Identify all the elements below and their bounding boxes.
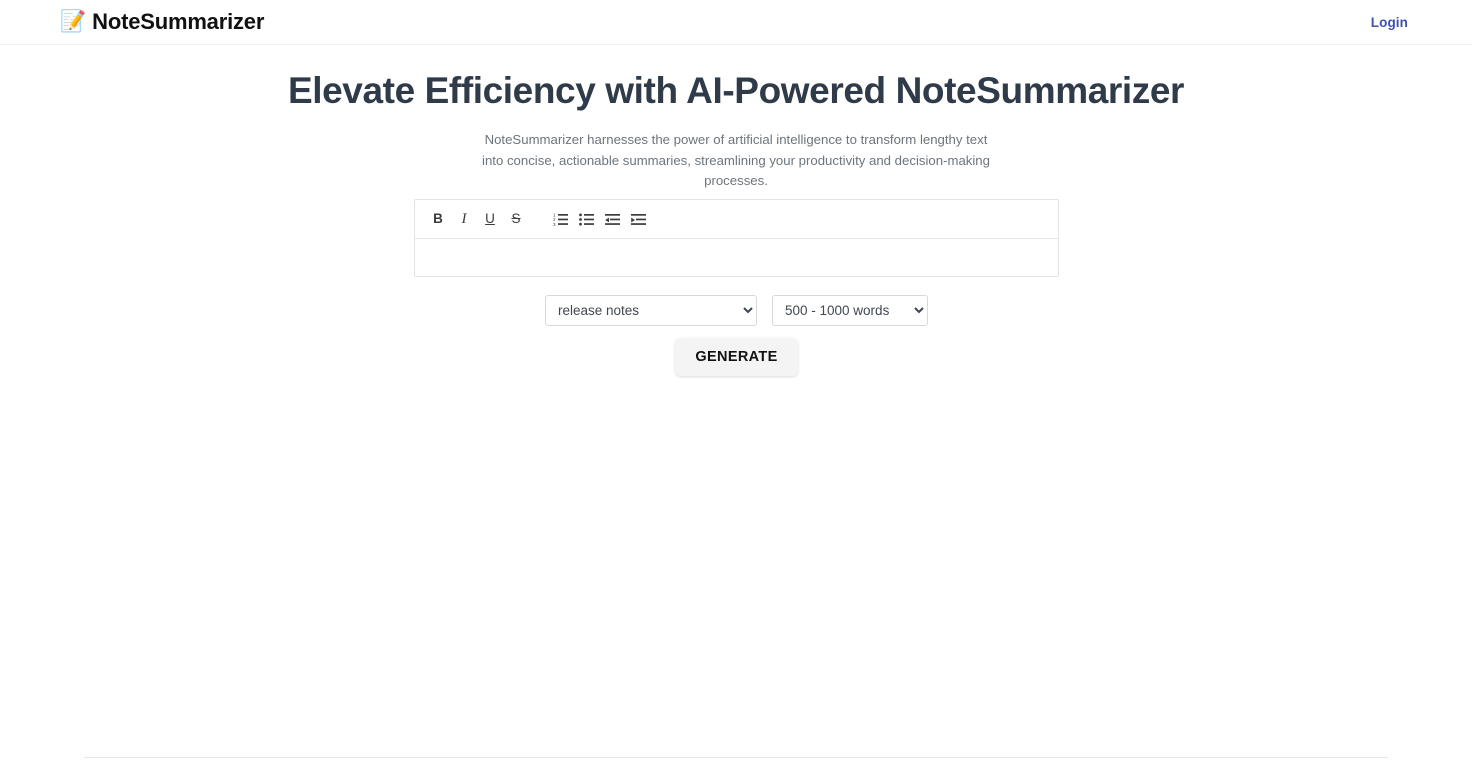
login-link[interactable]: Login — [1371, 15, 1408, 30]
brand-logo-link[interactable]: 📝 NoteSummarizer — [60, 11, 264, 33]
strikethrough-icon[interactable]: S — [503, 206, 529, 232]
page-subtitle: NoteSummarizer harnesses the power of ar… — [482, 132, 990, 189]
bold-glyph: B — [433, 211, 443, 227]
generate-button[interactable]: GENERATE — [675, 338, 798, 376]
unordered-list-icon[interactable] — [573, 206, 599, 232]
underline-icon[interactable]: U — [477, 206, 503, 232]
summary-length-select[interactable]: 500 - 1000 words — [772, 295, 928, 326]
strikethrough-glyph: S — [511, 211, 521, 227]
bold-icon[interactable]: B — [425, 206, 451, 232]
editor-toolbar: B I U S 1 2 3 — [415, 200, 1058, 239]
footer-divider — [84, 757, 1388, 758]
generate-row: GENERATE — [414, 338, 1059, 376]
page-root: 📝 NoteSummarizer Login Elevate Efficienc… — [0, 0, 1472, 768]
ordered-list-icon[interactable]: 1 2 3 — [547, 206, 573, 232]
memo-pencil-icon: 📝 — [60, 9, 87, 33]
outdent-icon[interactable] — [599, 206, 625, 232]
italic-icon[interactable]: I — [451, 206, 477, 232]
hero-section: Elevate Efficiency with AI-Powered NoteS… — [0, 45, 1472, 192]
indent-icon[interactable] — [625, 206, 651, 232]
summary-type-select[interactable]: release notes — [545, 295, 757, 326]
italic-glyph: I — [461, 210, 467, 227]
underline-glyph: U — [485, 211, 495, 227]
text-format-group: B I U S — [425, 206, 529, 232]
editor-content-area[interactable] — [415, 239, 1058, 276]
rich-text-editor: B I U S 1 2 3 — [414, 199, 1059, 277]
site-header: 📝 NoteSummarizer Login — [0, 0, 1472, 45]
generation-options-row: release notes 500 - 1000 words — [414, 295, 1059, 326]
composer-section: B I U S 1 2 3 release notes 500 - 1000 w… — [414, 199, 1059, 376]
page-title: Elevate Efficiency with AI-Powered NoteS… — [287, 70, 1185, 111]
svg-text:3: 3 — [553, 221, 556, 225]
brand-name: NoteSummarizer — [92, 9, 265, 34]
list-indent-group: 1 2 3 — [547, 206, 651, 232]
